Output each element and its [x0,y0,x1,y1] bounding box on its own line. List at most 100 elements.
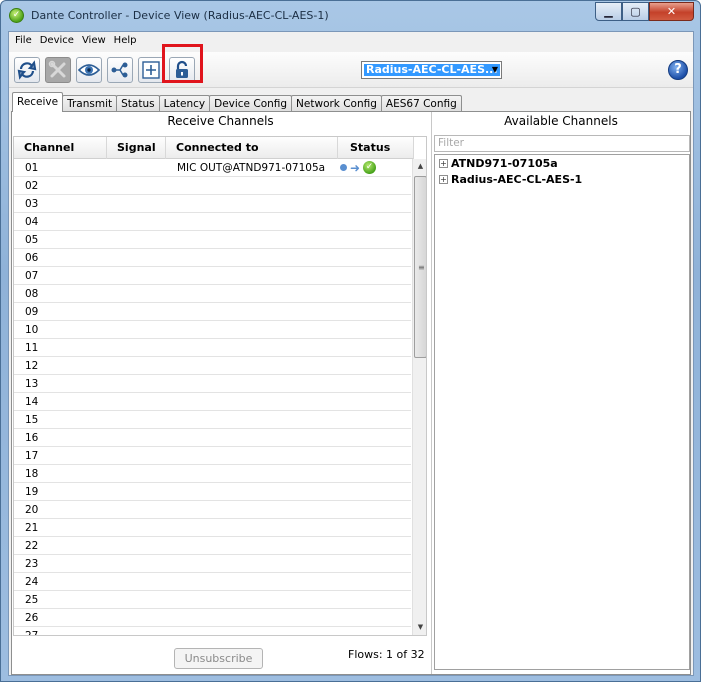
channel-number: 07 [25,270,39,282]
table-header: Channel Signal Connected to Status [14,137,414,159]
scroll-up-icon[interactable]: ▲ [413,159,426,174]
menu-bar: File Device View Help [9,32,693,51]
column-connected-to[interactable]: Connected to [166,137,338,159]
close-button[interactable]: ✕ [649,2,694,21]
minimize-button[interactable]: ▁ [595,2,622,21]
receive-channels-table: Channel Signal Connected to Status 01 MIC… [13,136,427,636]
refresh-button[interactable] [14,57,40,83]
tab-device-config[interactable]: Device Config [209,95,293,112]
tree-item-device[interactable]: + ATND971-07105a [439,157,558,170]
table-row[interactable]: 16 [14,429,411,447]
table-row[interactable]: 01 MIC OUT@ATND971-07105a ➜ ✓ [14,159,411,177]
table-row[interactable]: 13 [14,375,411,393]
receive-channels-title: Receive Channels [167,114,274,128]
expand-icon[interactable]: + [439,159,448,168]
client-area: File Device View Help Radius-AEC-CL-AES.… [8,31,694,676]
network-button[interactable] [107,57,133,83]
channel-number: 18 [25,468,39,480]
filter-input[interactable]: Filter [434,135,690,152]
table-row[interactable]: 22 [14,537,411,555]
chevron-down-icon: ▼ [491,65,498,74]
channel-number: 12 [25,360,39,372]
table-row[interactable]: 09 [14,303,411,321]
tab-status[interactable]: Status [116,95,160,112]
device-select-value: Radius-AEC-CL-AES... [364,63,500,76]
network-icon [111,62,128,78]
channel-number: 05 [25,234,39,246]
channel-number: 25 [25,594,39,606]
app-window: ✓ Dante Controller - Device View (Radius… [0,0,701,682]
table-row[interactable]: 25 [14,591,411,609]
column-channel[interactable]: Channel [14,137,107,159]
receive-channels-pane: Receive Channels Channel Signal Connecte… [12,112,429,674]
channel-number: 03 [25,198,39,210]
menu-view[interactable]: View [78,32,110,51]
scroll-down-icon[interactable]: ▼ [413,620,426,635]
table-row[interactable]: 04 [14,213,411,231]
unsubscribe-button[interactable]: Unsubscribe [174,648,263,669]
device-tools-button[interactable] [45,57,71,83]
tree-item-device[interactable]: + Radius-AEC-CL-AES-1 [439,173,582,186]
channel-number: 11 [25,342,39,354]
menu-device[interactable]: Device [36,32,78,51]
lock-highlight-box [162,44,203,83]
menu-file[interactable]: File [11,32,36,51]
table-row[interactable]: 05 [14,231,411,249]
table-row[interactable]: 18 [14,465,411,483]
table-row[interactable]: 23 [14,555,411,573]
table-row[interactable]: 27 [14,627,411,635]
scrollbar-thumb[interactable]: ≡ [414,176,426,358]
table-row[interactable]: 24 [14,573,411,591]
table-row[interactable]: 03 [14,195,411,213]
tree-item-label: ATND971-07105a [451,157,558,170]
check-ok-icon: ✓ [363,161,377,174]
view-button[interactable] [76,57,102,83]
table-row[interactable]: 11 [14,339,411,357]
channel-number: 19 [25,486,39,498]
help-icon[interactable]: ? [668,60,688,80]
column-status[interactable]: Status [338,137,414,159]
channel-number: 10 [25,324,39,336]
channel-number: 17 [25,450,39,462]
tab-bar: Receive Transmit Status Latency Device C… [12,92,462,112]
table-row[interactable]: 02 [14,177,411,195]
table-row[interactable]: 17 [14,447,411,465]
expand-icon[interactable]: + [439,175,448,184]
table-row[interactable]: 19 [14,483,411,501]
table-row[interactable]: 10 [14,321,411,339]
tab-latency[interactable]: Latency [158,95,211,112]
table-row[interactable]: 26 [14,609,411,627]
device-select[interactable]: Radius-AEC-CL-AES... ▼ [361,61,502,79]
table-row[interactable]: 12 [14,357,411,375]
table-row[interactable]: 15 [14,411,411,429]
vertical-scrollbar[interactable]: ▲ ≡ ▼ [412,159,426,635]
channel-number: 22 [25,540,39,552]
arrow-right-icon: ➜ [350,160,361,175]
available-channels-pane: Available Channels Filter + ATND971-0710… [431,112,690,674]
maximize-button[interactable]: ▢ [622,2,649,21]
menu-help[interactable]: Help [110,32,141,51]
table-row[interactable]: 06 [14,249,411,267]
channel-number: 13 [25,378,39,390]
tab-transmit[interactable]: Transmit [62,95,118,112]
connected-to[interactable]: MIC OUT@ATND971-07105a [177,162,325,174]
table-body: 01 MIC OUT@ATND971-07105a ➜ ✓ 02 03 04 05 06 07 08… [14,159,411,635]
column-signal[interactable]: Signal [107,137,166,159]
tab-aes67-config[interactable]: AES67 Config [380,95,462,112]
flows-count: Flows: 1 of 32 [348,648,425,661]
add-button[interactable] [138,57,164,83]
available-channels-tree: + ATND971-07105a + Radius-AEC-CL-AES-1 [434,154,690,670]
table-row[interactable]: 20 [14,501,411,519]
tab-receive[interactable]: Receive [12,92,64,112]
channel-number: 26 [25,612,39,624]
channel-number: 08 [25,288,39,300]
title-bar[interactable]: ✓ Dante Controller - Device View (Radius… [1,1,700,31]
channel-number: 20 [25,504,39,516]
table-row[interactable]: 07 [14,267,411,285]
channel-number: 15 [25,414,39,426]
table-row[interactable]: 14 [14,393,411,411]
table-row[interactable]: 08 [14,285,411,303]
available-channels-title: Available Channels [504,114,618,128]
tab-network-config[interactable]: Network Config [291,95,382,112]
table-row[interactable]: 21 [14,519,411,537]
